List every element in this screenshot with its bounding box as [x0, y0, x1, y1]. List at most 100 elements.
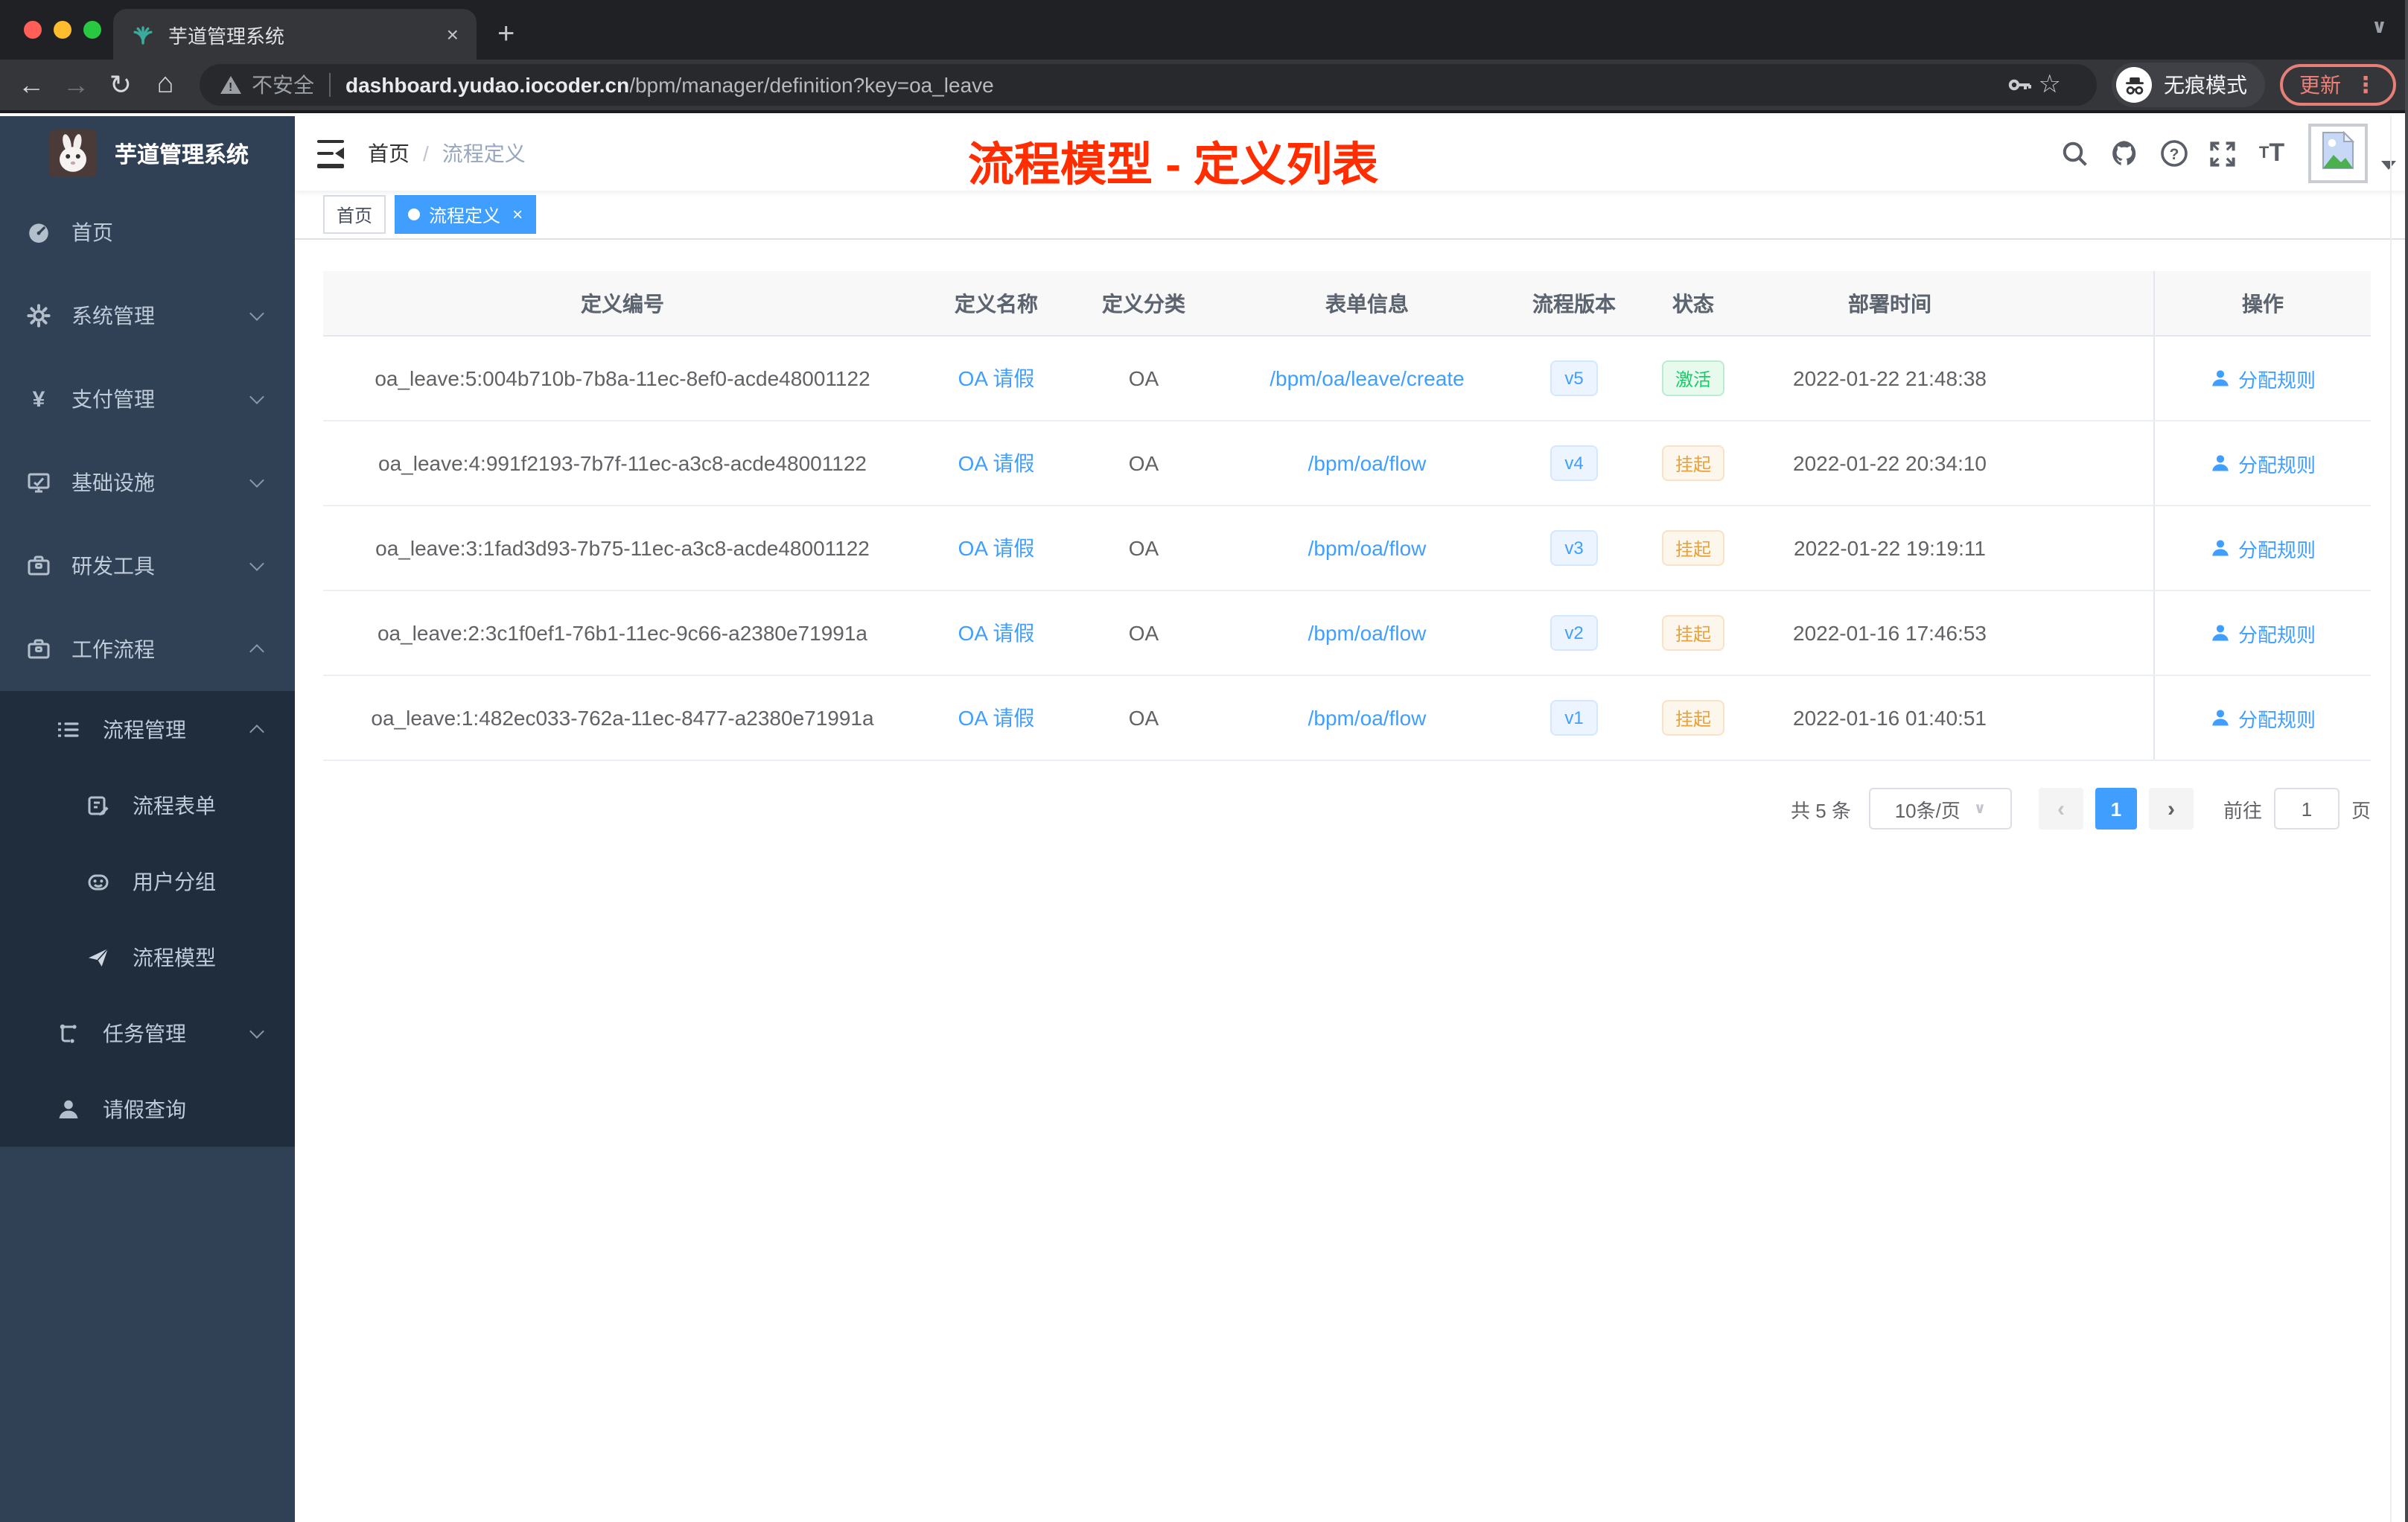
back-button[interactable]: ←	[9, 69, 54, 101]
definition-id: oa_leave:4:991f2193-7b7f-11ec-a3c8-acde4…	[378, 451, 867, 475]
maximize-window-button[interactable]	[83, 21, 101, 39]
page-size-select[interactable]: 10条/页 ∨	[1868, 788, 2012, 830]
sidebar-item-label: 工作流程	[71, 637, 155, 661]
browser-tab[interactable]: 芋道管理系统 ×	[113, 9, 477, 60]
site-favicon-icon	[133, 26, 153, 45]
help-icon[interactable]: ?	[2149, 138, 2198, 168]
column-header: 表单信息	[1325, 291, 1409, 315]
scrollbar-track[interactable]	[2390, 116, 2392, 1522]
sidebar-item-label: 流程管理	[103, 717, 186, 741]
sidebar-item-devtools[interactable]: 研发工具	[0, 524, 295, 608]
sidebar-item-label: 任务管理	[103, 1021, 186, 1045]
definition-name-link[interactable]: OA 请假	[958, 363, 1035, 393]
deploy-time: 2022-01-22 20:34:10	[1793, 451, 1987, 475]
sidebar-item-label: 首页	[71, 220, 113, 244]
github-icon[interactable]	[2100, 138, 2149, 168]
chevron-down-icon	[249, 473, 264, 488]
table-row: oa_leave:1:482ec033-762a-11ec-8477-a2380…	[323, 676, 2371, 761]
status-badge: 挂起	[1661, 445, 1724, 481]
assign-rule-button[interactable]: 分配规则	[2210, 534, 2316, 562]
form-link[interactable]: /bpm/oa/flow	[1308, 536, 1427, 560]
form-link[interactable]: /bpm/oa/flow	[1308, 621, 1427, 645]
assign-rule-button[interactable]: 分配规则	[2210, 449, 2316, 477]
text-size-icon[interactable]: TT	[2247, 138, 2296, 168]
sidebar-item-task-mgmt[interactable]: 任务管理	[0, 995, 295, 1071]
search-icon[interactable]	[2051, 139, 2100, 168]
current-page-button[interactable]: 1	[2095, 788, 2137, 830]
avatar[interactable]	[2308, 124, 2368, 183]
sidebar-item-workflow[interactable]: 工作流程	[0, 608, 295, 691]
sidebar-item-infra[interactable]: 基础设施	[0, 441, 295, 524]
screen: 芋道管理系统 × + ∨ ← → ↻ ⌂ ! 不安全 dashboard.yud…	[0, 0, 2408, 1522]
sidebar-header: 芋道管理系统	[0, 116, 295, 191]
key-icon[interactable]	[2006, 71, 2033, 98]
definition-category: OA	[1128, 366, 1159, 390]
browser-menu-icon[interactable]: ⋮	[2354, 71, 2377, 98]
definition-name-link[interactable]: OA 请假	[958, 448, 1035, 478]
robot-icon	[86, 869, 110, 893]
sidebar-item-leave-query[interactable]: 请假查询	[0, 1071, 295, 1147]
sidebar-item-process-model[interactable]: 流程模型	[0, 919, 295, 995]
user-icon	[2212, 540, 2229, 556]
breadcrumb-home[interactable]: 首页	[368, 138, 410, 168]
bookmark-star-icon[interactable]: ☆	[2039, 70, 2062, 100]
sidebar-item-process-form[interactable]: 流程表单	[0, 767, 295, 843]
reload-button[interactable]: ↻	[98, 69, 143, 101]
definition-name-link[interactable]: OA 请假	[958, 533, 1035, 563]
form-link[interactable]: /bpm/oa/flow	[1308, 706, 1427, 730]
assign-rule-button[interactable]: 分配规则	[2210, 364, 2316, 392]
prev-page-button[interactable]: ‹	[2038, 788, 2083, 830]
window-controls[interactable]	[24, 21, 101, 39]
sidebar-item-label: 用户分组	[133, 869, 216, 893]
minimize-window-button[interactable]	[54, 21, 71, 39]
tags-view-bar: 首页 流程定义 ×	[295, 191, 2408, 240]
column-header: 定义分类	[1102, 291, 1185, 315]
sidebar-item-process-mgmt[interactable]: 流程管理	[0, 691, 295, 767]
page: 芋道管理系统 首页 系统管理 ¥ 支付管理 基础设施 研发工具 工作流程 流程管…	[0, 116, 2408, 1522]
sidebar-menu: 首页 系统管理 ¥ 支付管理 基础设施 研发工具 工作流程 流程管理 流程表单 …	[0, 191, 295, 1147]
list-icon	[57, 717, 80, 741]
fullscreen-icon[interactable]	[2198, 139, 2247, 168]
hamburger-icon[interactable]	[317, 135, 344, 172]
definition-name-link[interactable]: OA 请假	[958, 703, 1035, 733]
assign-rule-button[interactable]: 分配规则	[2210, 704, 2316, 732]
sidebar-item-payment[interactable]: ¥ 支付管理	[0, 357, 295, 441]
tab-search-icon[interactable]: ∨	[2372, 15, 2387, 39]
tag-home[interactable]: 首页	[323, 195, 386, 234]
close-window-button[interactable]	[24, 21, 42, 39]
tab-close-icon[interactable]: ×	[444, 22, 462, 46]
sidebar-item-label: 基础设施	[71, 471, 155, 494]
sidebar-item-system[interactable]: 系统管理	[0, 274, 295, 357]
deploy-time: 2022-01-22 19:19:11	[1794, 536, 1986, 560]
new-tab-button[interactable]: +	[497, 18, 515, 52]
user-icon	[2212, 455, 2229, 471]
goto-page-input[interactable]: 1	[2273, 788, 2339, 830]
sidebar-item-home[interactable]: 首页	[0, 191, 295, 274]
app-logo	[49, 130, 97, 177]
active-dot-icon	[408, 208, 421, 220]
table-row: oa_leave:2:3c1f0ef1-76b1-11ec-9c66-a2380…	[323, 591, 2371, 676]
form-link[interactable]: /bpm/oa/flow	[1308, 451, 1427, 475]
user-icon	[57, 1097, 80, 1121]
dashboard-icon	[27, 220, 51, 244]
home-button[interactable]: ⌂	[143, 69, 188, 101]
deploy-time: 2022-01-22 21:48:38	[1793, 366, 1987, 390]
assign-rule-button[interactable]: 分配规则	[2210, 619, 2316, 647]
form-link[interactable]: /bpm/oa/leave/create	[1270, 366, 1465, 390]
address-bar[interactable]: ! 不安全 dashboard.yudao.iocoder.cn /bpm/ma…	[200, 64, 2097, 106]
sidebar-item-user-group[interactable]: 用户分组	[0, 843, 295, 919]
update-button[interactable]: 更新 ⋮	[2280, 64, 2396, 106]
next-page-button[interactable]: ›	[2148, 788, 2194, 830]
svg-text:?: ?	[2169, 146, 2179, 163]
tag-process-definition[interactable]: 流程定义 ×	[395, 195, 537, 234]
browser-toolbar: ← → ↻ ⌂ ! 不安全 dashboard.yudao.iocoder.cn…	[0, 60, 2408, 113]
tag-label: 首页	[337, 205, 373, 226]
dropdown-caret-icon[interactable]	[2381, 161, 2396, 170]
deploy-time: 2022-01-16 17:46:53	[1793, 621, 1987, 645]
tag-close-icon[interactable]: ×	[512, 204, 523, 225]
definition-name-link[interactable]: OA 请假	[958, 618, 1035, 648]
window-edge	[2405, 0, 2408, 1522]
broken-image-icon	[2322, 131, 2354, 169]
forward-button[interactable]: →	[54, 69, 98, 101]
table-row: oa_leave:5:004b710b-7b8a-11ec-8ef0-acde4…	[323, 337, 2371, 421]
